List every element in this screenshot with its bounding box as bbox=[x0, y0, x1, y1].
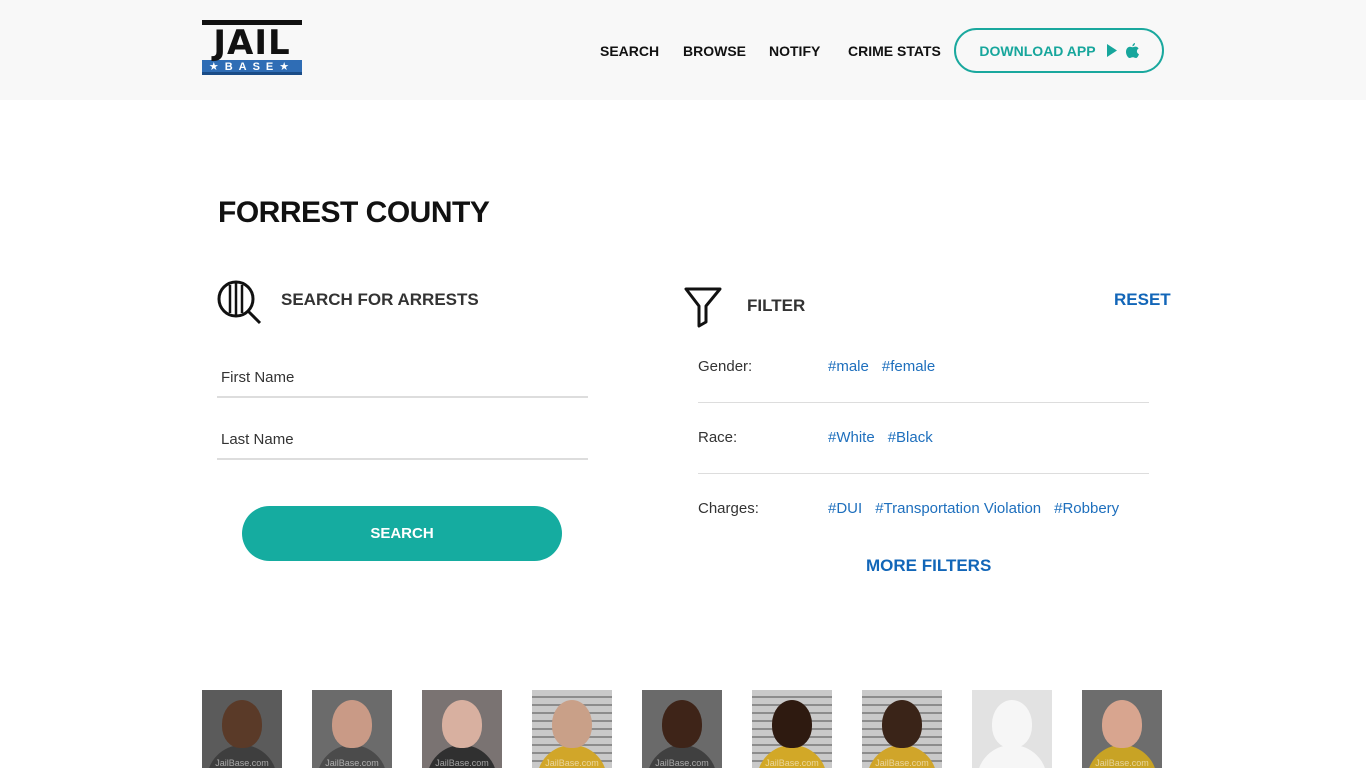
nav-notify[interactable]: NOTIFY bbox=[769, 43, 820, 59]
mugshot-watermark: JailBase.com bbox=[325, 758, 379, 768]
divider bbox=[698, 402, 1149, 403]
magnifier-icon bbox=[217, 280, 262, 325]
nav-crime-stats[interactable]: CRIME STATS bbox=[848, 43, 941, 59]
tag-robbery[interactable]: #Robbery bbox=[1054, 500, 1119, 517]
last-name-field[interactable] bbox=[217, 420, 588, 460]
mugshot-watermark: JailBase.com bbox=[655, 758, 709, 768]
mugshot-head bbox=[992, 700, 1032, 748]
filter-row-label: Gender: bbox=[698, 358, 753, 375]
search-button[interactable]: SEARCH bbox=[242, 506, 562, 561]
filter-row-gender: Gender: #male #female bbox=[698, 350, 1149, 390]
mugshot-thumbnail[interactable]: JailBase.com bbox=[312, 690, 392, 768]
mugshot-thumbnail[interactable] bbox=[972, 690, 1052, 768]
mugshot-thumbnail[interactable]: JailBase.com bbox=[532, 690, 612, 768]
mugshot-watermark: JailBase.com bbox=[545, 758, 599, 768]
mugshot-watermark: JailBase.com bbox=[875, 758, 929, 768]
mugshot-thumbnail[interactable]: JailBase.com bbox=[862, 690, 942, 768]
logo-wordmark: JAIL bbox=[202, 20, 302, 60]
mugshot-head bbox=[1102, 700, 1142, 748]
search-section-header: SEARCH FOR ARRESTS bbox=[217, 280, 637, 326]
filter-row-race: Race: #White #Black bbox=[698, 421, 1149, 461]
tag-white[interactable]: #White bbox=[828, 429, 875, 446]
mugshot-head bbox=[222, 700, 262, 748]
apple-icon bbox=[1125, 43, 1139, 58]
mugshot-body bbox=[977, 745, 1047, 768]
download-app-label: DOWNLOAD APP bbox=[979, 42, 1096, 59]
logo-subtitle: ★BASE★ bbox=[202, 60, 302, 75]
jailbase-logo[interactable]: JAIL ★BASE★ bbox=[202, 20, 302, 80]
mugshot-watermark: JailBase.com bbox=[435, 758, 489, 768]
filter-row-charges: Charges: #DUI #Transportation Violation … bbox=[698, 492, 1149, 532]
nav-search[interactable]: SEARCH bbox=[600, 43, 659, 59]
filter-section-header: FILTER bbox=[684, 286, 1164, 330]
mugshot-head bbox=[662, 700, 702, 748]
mugshot-head bbox=[442, 700, 482, 748]
mugshot-thumbnail[interactable]: JailBase.com bbox=[1082, 690, 1162, 768]
search-heading: SEARCH FOR ARRESTS bbox=[281, 290, 479, 309]
mugshot-head bbox=[772, 700, 812, 748]
divider bbox=[698, 473, 1149, 474]
tag-female[interactable]: #female bbox=[882, 358, 935, 375]
page-title: FORREST COUNTY bbox=[218, 196, 490, 229]
first-name-input[interactable] bbox=[217, 358, 588, 396]
reset-link[interactable]: RESET bbox=[1114, 290, 1171, 310]
tag-black[interactable]: #Black bbox=[888, 429, 933, 446]
filter-heading: FILTER bbox=[747, 296, 806, 315]
mugshot-thumbnail[interactable]: JailBase.com bbox=[202, 690, 282, 768]
mugshot-thumbnail[interactable]: JailBase.com bbox=[752, 690, 832, 768]
mugshot-watermark: JailBase.com bbox=[215, 758, 269, 768]
funnel-icon bbox=[684, 287, 722, 328]
first-name-field[interactable] bbox=[217, 358, 588, 398]
last-name-input[interactable] bbox=[217, 420, 588, 458]
mugshot-thumbnail[interactable]: JailBase.com bbox=[422, 690, 502, 768]
nav-browse[interactable]: BROWSE bbox=[683, 43, 746, 59]
more-filters-link[interactable]: MORE FILTERS bbox=[866, 556, 991, 576]
mugshot-watermark: JailBase.com bbox=[1095, 758, 1149, 768]
mugshot-head bbox=[552, 700, 592, 748]
filter-row-label: Charges: bbox=[698, 500, 759, 517]
mugshot-head bbox=[882, 700, 922, 748]
tag-transportation-violation[interactable]: #Transportation Violation bbox=[875, 500, 1041, 517]
tag-dui[interactable]: #DUI bbox=[828, 500, 862, 517]
download-app-button[interactable]: DOWNLOAD APP bbox=[954, 28, 1164, 73]
filter-row-label: Race: bbox=[698, 429, 738, 446]
site-header: JAIL ★BASE★ SEARCH BROWSE NOTIFY CRIME S… bbox=[0, 0, 1366, 100]
tag-male[interactable]: #male bbox=[828, 358, 869, 375]
mugshot-watermark: JailBase.com bbox=[765, 758, 819, 768]
mugshot-head bbox=[332, 700, 372, 748]
mugshot-thumbnail[interactable]: JailBase.com bbox=[642, 690, 722, 768]
play-store-icon bbox=[1106, 44, 1117, 57]
